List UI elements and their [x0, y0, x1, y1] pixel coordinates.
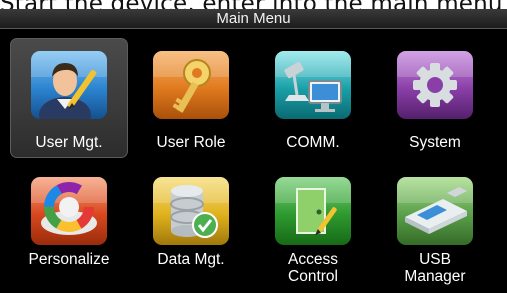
gear-icon — [397, 51, 473, 119]
screenshot-page: Start the device, enter into the main me… — [0, 0, 507, 293]
menu-item-label: Personalize — [28, 251, 110, 268]
menu-item-label: User Mgt. — [35, 134, 103, 151]
window-title: Main Menu — [216, 10, 291, 27]
menu-item-label: User Role — [156, 134, 226, 151]
menu-item-label: Access Control — [288, 251, 338, 285]
usb-drive-icon — [397, 177, 473, 245]
device-screen: Main Menu User Mgt. User Role COMM. Syst… — [0, 9, 507, 293]
network-icon — [275, 51, 351, 119]
title-bar: Main Menu — [0, 9, 507, 29]
menu-item-label: USB Manager — [404, 251, 466, 285]
menu-item-label: Data Mgt. — [157, 251, 225, 268]
menu-item-label: System — [409, 134, 461, 151]
key-icon — [153, 51, 229, 119]
color-wheel-icon — [31, 177, 107, 245]
menu-item-label: COMM. — [286, 134, 340, 151]
database-check-icon — [153, 177, 229, 245]
door-icon — [275, 177, 351, 245]
user-edit-icon — [31, 51, 107, 119]
